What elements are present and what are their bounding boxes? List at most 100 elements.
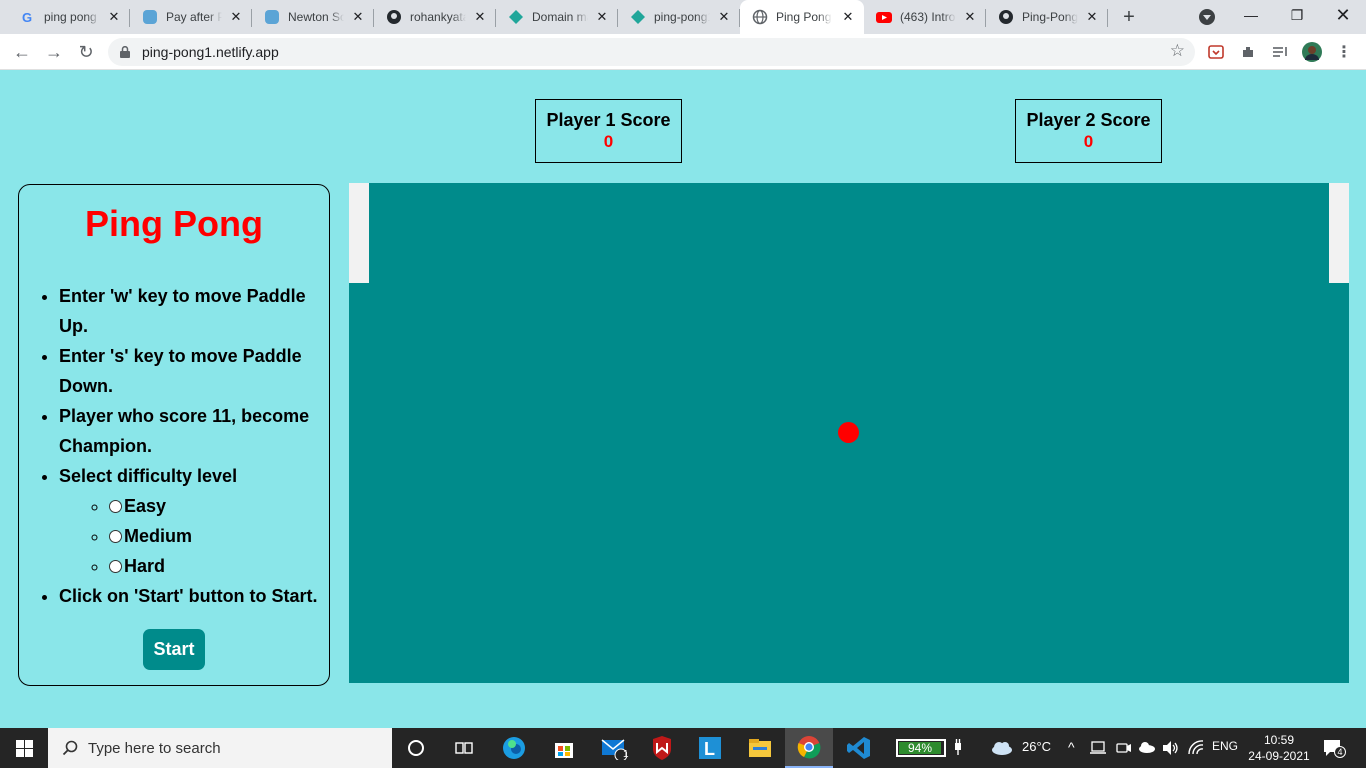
tab-ping-pong-search[interactable]: G ping pong ✕ xyxy=(8,0,130,34)
medium-radio[interactable] xyxy=(109,530,122,543)
instruction-item: Enter 'w' key to move Paddle Up. xyxy=(59,281,329,341)
tab-title: Domain management xyxy=(532,10,588,24)
chrome-icon[interactable] xyxy=(785,728,833,768)
easy-label[interactable]: Easy xyxy=(124,496,166,516)
menu-kebab-icon[interactable]: ⋮ xyxy=(1334,42,1354,62)
instructions-panel: Ping Pong Enter 'w' key to move Paddle U… xyxy=(18,184,330,686)
url-text: ping-pong1.netlify.app xyxy=(142,44,279,60)
close-icon[interactable]: ✕ xyxy=(472,9,488,25)
instruction-item: Enter 's' key to move Paddle Down. xyxy=(59,341,329,401)
tab-title: Ping Pong xyxy=(776,10,832,24)
back-icon[interactable]: ← xyxy=(10,40,34,64)
medium-label[interactable]: Medium xyxy=(124,526,192,546)
minimize-icon[interactable]: — xyxy=(1228,0,1274,30)
tab-title: ping pong xyxy=(44,10,97,24)
tab-search-icon[interactable] xyxy=(1199,9,1215,25)
instruction-item-difficulty: Select difficulty level Easy Medium Hard xyxy=(59,461,329,581)
speaker-icon[interactable] xyxy=(1162,740,1180,759)
youtube-icon xyxy=(876,9,892,25)
close-icon[interactable]: ✕ xyxy=(228,9,244,25)
taskbar-search-input[interactable]: Type here to search xyxy=(48,728,392,768)
difficulty-hard[interactable]: Hard xyxy=(109,551,329,581)
temperature-text[interactable]: 26°C xyxy=(1022,739,1051,754)
vscode-icon[interactable] xyxy=(835,728,883,768)
address-bar[interactable]: ping-pong1.netlify.app ☆ xyxy=(108,38,1195,66)
media-control-icon[interactable] xyxy=(1270,42,1290,62)
close-icon[interactable]: ✕ xyxy=(350,9,366,25)
window-close-icon[interactable]: ✕ xyxy=(1320,0,1366,30)
tab-domain-management[interactable]: Domain management ✕ xyxy=(496,0,618,34)
mail-icon[interactable]: 1 xyxy=(590,728,638,768)
newton-icon xyxy=(142,9,158,25)
notification-center-icon[interactable]: 4 xyxy=(1322,738,1346,758)
battery-percentage: 94% xyxy=(899,742,941,754)
reload-icon[interactable]: ↻ xyxy=(74,40,98,64)
close-icon[interactable]: ✕ xyxy=(1084,9,1100,25)
lock-icon xyxy=(120,45,130,58)
tab-newton-school[interactable]: Newton School ✕ xyxy=(252,0,374,34)
tab-ping-pong-github[interactable]: Ping-Pong ✕ xyxy=(986,0,1108,34)
tab-title: (463) Introduction xyxy=(900,10,956,24)
easy-radio[interactable] xyxy=(109,500,122,513)
task-view-icon[interactable] xyxy=(440,728,488,768)
language-indicator[interactable]: ENG xyxy=(1212,739,1238,753)
google-icon: G xyxy=(20,9,36,25)
meet-now-icon[interactable] xyxy=(1116,740,1132,759)
clock-date: 24-09-2021 xyxy=(1248,749,1310,763)
search-placeholder: Type here to search xyxy=(88,740,221,757)
launcher-l-icon[interactable]: L xyxy=(686,728,734,768)
right-paddle xyxy=(1329,183,1349,283)
extensions-icon[interactable] xyxy=(1238,42,1258,62)
game-board xyxy=(349,183,1349,683)
avatar[interactable] xyxy=(1302,42,1322,62)
mail-badge: 1 xyxy=(623,749,629,760)
start-button[interactable]: Start xyxy=(143,629,205,670)
github-icon xyxy=(998,9,1014,25)
notification-count: 4 xyxy=(1334,746,1346,758)
restore-icon[interactable]: ❐ xyxy=(1274,0,1320,30)
battery-icon[interactable]: 94% xyxy=(896,739,946,757)
tab-youtube-introduction[interactable]: (463) Introduction ✕ xyxy=(864,0,986,34)
left-paddle xyxy=(349,183,369,283)
close-icon[interactable]: ✕ xyxy=(962,9,978,25)
onedrive-cloud-icon[interactable] xyxy=(1138,741,1156,756)
edge-icon[interactable] xyxy=(490,728,538,768)
netlify-icon xyxy=(630,9,646,25)
pocket-icon[interactable] xyxy=(1206,42,1226,62)
close-icon[interactable]: ✕ xyxy=(840,9,856,25)
forward-icon[interactable]: → xyxy=(42,40,66,64)
laptop-tray-icon[interactable] xyxy=(1090,741,1106,758)
wifi-icon[interactable] xyxy=(1188,740,1204,759)
close-icon[interactable]: ✕ xyxy=(716,9,732,25)
close-icon[interactable]: ✕ xyxy=(594,9,610,25)
file-explorer-icon[interactable] xyxy=(736,728,784,768)
difficulty-easy[interactable]: Easy xyxy=(109,491,329,521)
new-tab-button[interactable]: + xyxy=(1118,6,1140,28)
store-icon[interactable] xyxy=(540,728,588,768)
github-icon xyxy=(386,9,402,25)
close-icon[interactable]: ✕ xyxy=(106,9,122,25)
tab-title: rohankyatam xyxy=(410,10,466,24)
tray-chevron-up-icon[interactable]: ^ xyxy=(1068,739,1075,755)
windows-start-icon[interactable] xyxy=(0,728,48,768)
weather-cloud-icon[interactable] xyxy=(990,740,1014,759)
player1-score-label: Player 1 Score xyxy=(546,110,671,130)
hard-radio[interactable] xyxy=(109,560,122,573)
mcafee-icon[interactable] xyxy=(638,728,686,768)
player1-score-box: Player 1 Score 0 xyxy=(535,99,682,163)
instruction-list: Enter 'w' key to move Paddle Up. Enter '… xyxy=(59,281,329,611)
hard-label[interactable]: Hard xyxy=(124,556,165,576)
tab-separator xyxy=(1107,9,1108,27)
tab-ping-pong1[interactable]: ping-pong1 ✕ xyxy=(618,0,740,34)
tab-rohankyatam[interactable]: rohankyatam ✕ xyxy=(374,0,496,34)
newton-icon xyxy=(264,9,280,25)
search-icon xyxy=(62,740,78,761)
bookmark-star-icon[interactable]: ☆ xyxy=(1170,41,1185,61)
difficulty-heading: Select difficulty level xyxy=(59,466,238,486)
cortana-icon[interactable] xyxy=(392,728,440,768)
difficulty-medium[interactable]: Medium xyxy=(109,521,329,551)
clock[interactable]: 10:59 24-09-2021 xyxy=(1244,732,1314,764)
tab-ping-pong-active[interactable]: Ping Pong ✕ xyxy=(740,0,864,34)
page-title: Ping Pong xyxy=(85,203,263,244)
tab-pay-after-placement[interactable]: Pay after Placement ✕ xyxy=(130,0,252,34)
